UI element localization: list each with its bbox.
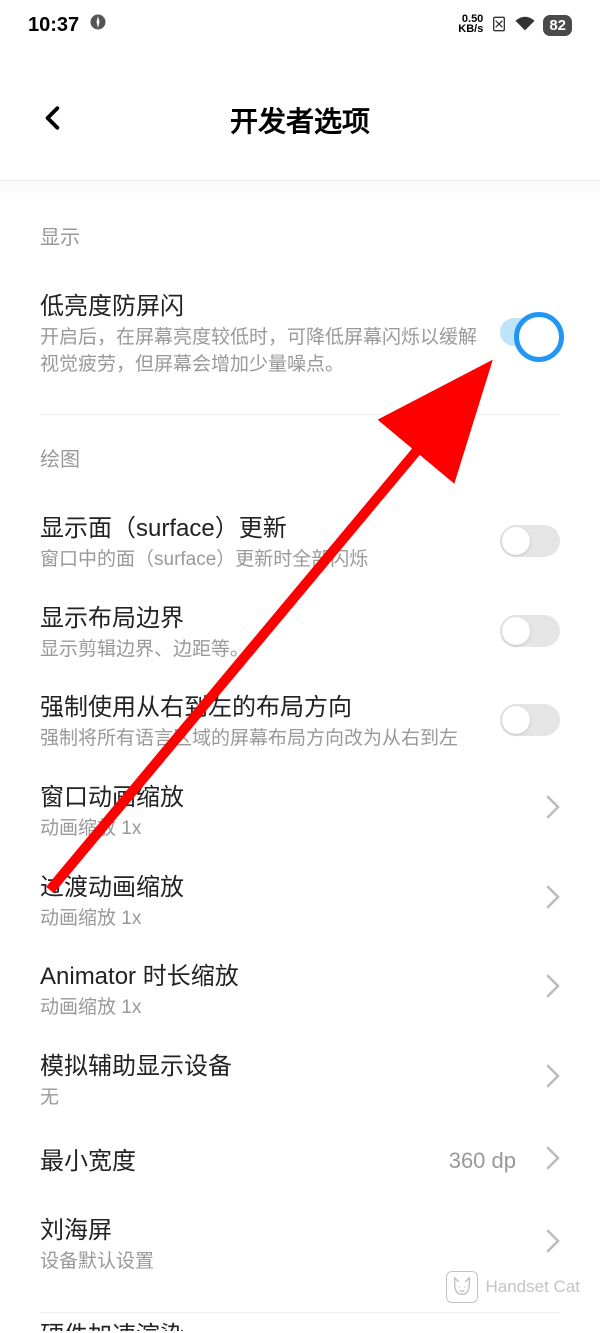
setting-desc: 动画缩放 1x — [40, 906, 526, 933]
setting-title: 显示面（surface）更新 — [40, 508, 480, 543]
network-speed: 0.50 KB/s — [458, 15, 483, 35]
chevron-right-icon — [546, 1146, 560, 1175]
wifi-icon — [515, 16, 535, 35]
status-time: 10:37 — [28, 14, 79, 37]
setting-title: Animator 时长缩放 — [40, 956, 526, 991]
chevron-right-icon — [546, 1064, 560, 1093]
setting-title: 模拟辅助显示设备 — [40, 1046, 526, 1081]
battery-indicator: 82 — [543, 15, 572, 36]
toggle-flicker[interactable] — [500, 318, 560, 346]
setting-title: 强制使用从右到左的布局方向 — [40, 687, 480, 722]
setting-layout-bounds[interactable]: 显示布局边界 显示剪辑边界、边距等。 — [40, 586, 560, 676]
setting-value: 360 dp — [449, 1148, 516, 1174]
setting-min-width[interactable]: 最小宽度 360 dp — [40, 1123, 560, 1198]
sim-icon — [491, 16, 507, 35]
setting-title: 显示布局边界 — [40, 598, 480, 633]
chevron-right-icon — [546, 974, 560, 1003]
setting-desc: 窗口中的面（surface）更新时全部闪烁 — [40, 547, 480, 574]
section-title-drawing: 绘图 — [40, 415, 560, 496]
setting-title: 过渡动画缩放 — [40, 867, 526, 902]
setting-surface-update[interactable]: 显示面（surface）更新 窗口中的面（surface）更新时全部闪烁 — [40, 496, 560, 586]
watermark: Handset Cat — [446, 1271, 581, 1303]
setting-rtl[interactable]: 强制使用从右到左的布局方向 强制将所有语言区域的屏幕布局方向改为从右到左 — [40, 675, 560, 765]
status-left: 10:37 — [28, 13, 107, 37]
setting-animator[interactable]: Animator 时长缩放 动画缩放 1x — [40, 944, 560, 1034]
chevron-right-icon — [546, 1229, 560, 1258]
setting-title: 刘海屏 — [40, 1210, 526, 1245]
setting-desc: 开启后，在屏幕亮度较低时，可降低屏幕闪烁以缓解视觉疲劳，但屏幕会增加少量噪点。 — [40, 325, 480, 378]
setting-title: 低亮度防屏闪 — [40, 286, 480, 321]
setting-desc: 强制将所有语言区域的屏幕布局方向改为从右到左 — [40, 726, 480, 753]
setting-desc: 动画缩放 1x — [40, 816, 526, 843]
setting-title: 最小宽度 — [40, 1141, 429, 1176]
cut-off-row: 硬件加速渲染 — [40, 1315, 184, 1331]
toggle-layout-bounds[interactable] — [500, 615, 560, 647]
cat-icon — [446, 1271, 478, 1303]
section-drawing: 绘图 显示面（surface）更新 窗口中的面（surface）更新时全部闪烁 … — [0, 415, 600, 1288]
page-header: 开发者选项 — [0, 50, 600, 180]
setting-simulate-display[interactable]: 模拟辅助显示设备 无 — [40, 1034, 560, 1124]
status-right: 0.50 KB/s 82 — [458, 15, 572, 36]
chevron-right-icon — [546, 795, 560, 824]
setting-transition-anim[interactable]: 过渡动画缩放 动画缩放 1x — [40, 855, 560, 945]
section-display: 显示 低亮度防屏闪 开启后，在屏幕亮度较低时，可降低屏幕闪烁以缓解视觉疲劳，但屏… — [0, 193, 600, 415]
compass-icon — [89, 13, 107, 37]
toggle-surface-update[interactable] — [500, 525, 560, 557]
setting-flicker[interactable]: 低亮度防屏闪 开启后，在屏幕亮度较低时，可降低屏幕闪烁以缓解视觉疲劳，但屏幕会增… — [40, 274, 560, 390]
watermark-text: Handset Cat — [486, 1277, 581, 1297]
page-title: 开发者选项 — [230, 100, 370, 140]
setting-desc: 动画缩放 1x — [40, 995, 526, 1022]
chevron-right-icon — [546, 885, 560, 914]
back-button[interactable] — [40, 105, 66, 136]
section-title-display: 显示 — [40, 193, 560, 274]
setting-desc: 显示剪辑边界、边距等。 — [40, 637, 480, 664]
setting-desc: 无 — [40, 1085, 526, 1112]
toggle-rtl[interactable] — [500, 704, 560, 736]
setting-window-anim[interactable]: 窗口动画缩放 动画缩放 1x — [40, 765, 560, 855]
setting-title: 窗口动画缩放 — [40, 777, 526, 812]
status-bar: 10:37 0.50 KB/s 82 — [0, 0, 600, 50]
